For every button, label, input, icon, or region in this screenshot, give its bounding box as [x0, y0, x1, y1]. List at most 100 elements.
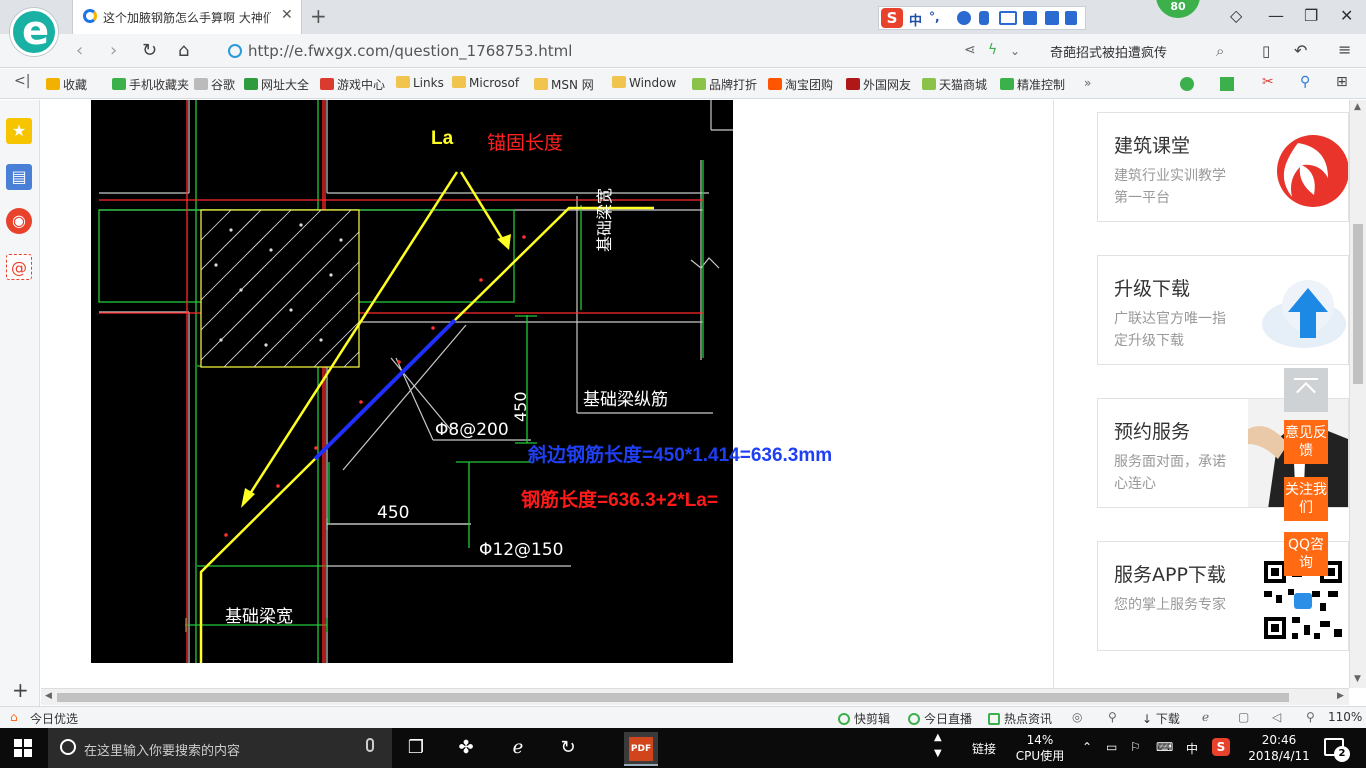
tray-expand-icon[interactable]: ⌃ [1082, 740, 1092, 754]
score-badge[interactable]: 80 [1156, 0, 1200, 18]
browser-logo-icon[interactable] [10, 8, 58, 56]
shirt-icon[interactable] [1045, 11, 1059, 25]
favorites-star-icon[interactable]: ★ [6, 118, 32, 144]
forward-icon[interactable]: › [110, 40, 117, 61]
links-toolbar[interactable]: 链接 [972, 740, 996, 757]
vertical-scrollbar[interactable]: ▲ ▼ [1349, 100, 1366, 688]
status-item-clip[interactable]: 快剪辑 [838, 710, 890, 727]
more-bookmarks-icon[interactable]: » [1084, 76, 1091, 90]
pin-icon[interactable]: ⚲ [1108, 710, 1117, 724]
bookmark-item[interactable]: 淘宝团购 [768, 76, 833, 93]
zoom-level[interactable]: 110% [1328, 710, 1362, 724]
vertical-scroll-thumb[interactable] [1353, 224, 1363, 384]
hot-news-text[interactable]: 奇葩招式被拍遭疯传 [1050, 42, 1167, 61]
bookmark-item[interactable]: Microsof [452, 76, 519, 90]
card-upgrade-download[interactable]: 升级下载 广联达官方唯一指定升级下载 [1097, 255, 1349, 365]
tab-close-icon[interactable]: ✕ [281, 7, 293, 23]
sogou-ime-toolbar[interactable]: S 中 °, [878, 6, 1086, 30]
back-to-top-button[interactable] [1284, 368, 1328, 412]
translate-icon[interactable] [1220, 77, 1234, 91]
bookmark-item[interactable]: 外国网友 [846, 76, 911, 93]
add-sidebar-item-icon[interactable]: + [12, 678, 29, 702]
network-icon[interactable]: ⚐ [1130, 740, 1141, 754]
mute-icon[interactable]: ◁ [1272, 710, 1281, 724]
close-window-icon[interactable]: ✕ [1340, 6, 1353, 25]
lightning-icon[interactable]: ϟ [988, 42, 997, 58]
weibo-icon[interactable]: ◉ [6, 208, 32, 234]
horizontal-scroll-thumb[interactable] [57, 693, 1289, 702]
menu-icon[interactable]: ≡ [1338, 40, 1351, 59]
horizontal-scrollbar[interactable]: ◀ ▶ [41, 688, 1349, 705]
minimize-icon[interactable]: — [1268, 6, 1284, 25]
refresh-icon[interactable]: ↻ [142, 40, 157, 61]
scroll-down-icon[interactable]: ▼ [1354, 674, 1361, 684]
qq-consult-button[interactable]: QQ咨询 [1284, 532, 1328, 576]
scroll-up-icon[interactable]: ▲ [1354, 102, 1361, 112]
bookmark-item[interactable]: 手机收藏夹 [112, 76, 189, 93]
wrench-icon[interactable] [1065, 11, 1077, 25]
skin-icon[interactable]: ◇ [1230, 6, 1242, 25]
ie-mode-icon[interactable]: ℯ [1202, 710, 1209, 724]
bookmark-item[interactable]: 谷歌 [194, 76, 235, 93]
mic-icon[interactable] [979, 11, 989, 25]
chevron-down-icon[interactable]: ⌄ [1010, 44, 1020, 58]
bookmark-item[interactable]: MSN 网 [534, 76, 594, 93]
clock[interactable]: 20:46 2018/4/11 [1244, 732, 1314, 764]
windows-start-icon[interactable] [14, 739, 32, 757]
ime-mode-label[interactable]: 中 [909, 10, 922, 29]
email-icon[interactable]: @ [6, 254, 32, 280]
edge-browser-icon[interactable]: ℯ [506, 736, 530, 760]
browser-app-icon[interactable]: ↻ [556, 736, 580, 760]
scissors-icon[interactable]: ✂ [1262, 74, 1274, 90]
bookmark-item[interactable]: 品牌打折 [692, 76, 757, 93]
restore-icon[interactable]: ❐ [1304, 6, 1318, 25]
task-view-icon[interactable]: ❐ [404, 736, 428, 760]
download-link[interactable]: ↓ 下载 [1142, 710, 1180, 727]
back-icon[interactable]: ‹ [76, 40, 83, 61]
scroll-left-icon[interactable]: ◀ [45, 691, 52, 701]
window-icon[interactable]: ▢ [1238, 710, 1249, 724]
keyboard-tray-icon[interactable]: ⌨ [1156, 740, 1173, 754]
taskbar-scroll-arrows[interactable]: ▲ ▼ [934, 730, 942, 762]
find-icon[interactable]: ⚲ [1300, 74, 1310, 90]
status-item-news[interactable]: 热点资讯 [988, 710, 1052, 727]
pinwheel-app-icon[interactable]: ✤ [454, 736, 478, 760]
bookmark-item[interactable]: 天猫商城 [922, 76, 987, 93]
microphone-icon[interactable] [366, 738, 374, 752]
scroll-right-icon[interactable]: ▶ [1337, 691, 1344, 701]
sogou-tray-icon[interactable]: S [1212, 738, 1230, 756]
security-shield-icon[interactable] [1180, 77, 1194, 91]
tab-active[interactable]: 这个加腋钢筋怎么手算啊 大神们 ✕ [72, 0, 302, 34]
url-text[interactable]: http://e.fwxgx.com/question_1768753.html [248, 42, 572, 60]
collapse-sidebar-icon[interactable]: <| [14, 73, 30, 89]
bookmark-item[interactable]: 收藏 [46, 76, 87, 93]
reader-icon[interactable]: ▤ [6, 164, 32, 190]
battery-icon[interactable]: ▭ [1106, 740, 1117, 754]
person-icon[interactable] [1023, 11, 1037, 25]
pdf-app-button[interactable]: PDF [624, 732, 658, 766]
mobile-icon[interactable]: ▯ [1262, 42, 1270, 60]
ime-punct-label[interactable]: °, [929, 10, 940, 24]
new-tab-button[interactable]: + [310, 4, 327, 28]
taskbar-search[interactable]: 在这里输入你要搜索的内容 [48, 728, 392, 768]
share-icon[interactable]: ⋖ [964, 42, 976, 58]
bookmark-item[interactable]: 网址大全 [244, 76, 309, 93]
search-icon[interactable]: ⌕ [1216, 42, 1224, 60]
bookmark-item[interactable]: Links [396, 76, 444, 90]
bookmark-item[interactable]: 游戏中心 [320, 76, 385, 93]
speed-icon[interactable]: ◎ [1072, 710, 1082, 724]
apps-grid-icon[interactable]: ⊞ [1336, 74, 1348, 90]
bookmark-item[interactable]: Window [612, 76, 676, 90]
today-picks-link[interactable]: 今日优选 [30, 710, 78, 727]
cpu-usage[interactable]: 14% CPU使用 [1010, 732, 1070, 764]
undo-icon[interactable]: ↶ [1294, 41, 1307, 60]
keyboard-icon[interactable] [999, 11, 1017, 25]
input-language[interactable]: 中 [1186, 740, 1198, 757]
zoom-icon[interactable]: ⚲ [1306, 710, 1315, 724]
url-field[interactable]: http://e.fwxgx.com/question_1768753.html [220, 38, 960, 64]
bookmark-item[interactable]: 精准控制 [1000, 76, 1065, 93]
follow-us-button[interactable]: 关注我们 [1284, 477, 1328, 521]
home-icon[interactable]: ⌂ [178, 40, 189, 61]
card-building-class[interactable]: 建筑课堂 建筑行业实训教学第一平台 [1097, 112, 1349, 222]
emoji-icon[interactable] [957, 11, 971, 25]
